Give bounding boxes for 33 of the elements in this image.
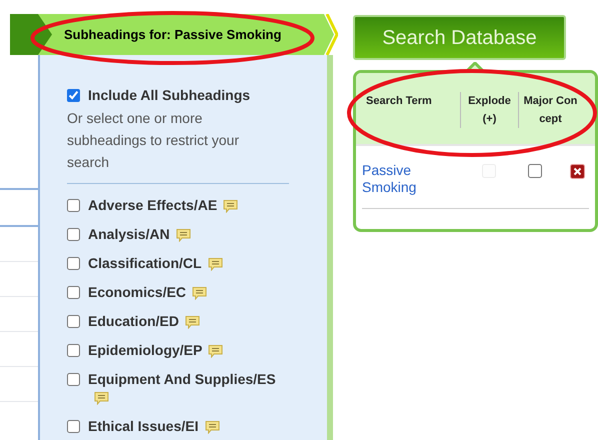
subheading-checkbox[interactable] — [67, 315, 80, 328]
major-concept-checkbox[interactable] — [528, 164, 542, 178]
subheading-checkbox[interactable] — [67, 373, 80, 386]
note-icon[interactable] — [208, 344, 224, 358]
column-header: Explode (+) — [460, 92, 518, 128]
search-term-link[interactable]: Passive Smoking — [362, 162, 460, 196]
include-all-checkbox[interactable] — [67, 89, 80, 102]
subheading-checkbox[interactable] — [67, 257, 80, 270]
subheading-label: Analysis/AN — [88, 226, 170, 242]
column-header: Major Concept — [518, 92, 582, 128]
subheading-label: Equipment And Supplies/ES — [88, 371, 276, 387]
remove-icon[interactable] — [570, 164, 585, 179]
subheading-label: Education/ED — [88, 313, 180, 329]
instructions-text: Or select one or more subheadings to restrict your search — [67, 109, 240, 172]
note-icon[interactable] — [223, 198, 238, 213]
subheading-checkbox[interactable] — [67, 228, 80, 241]
note-icon[interactable] — [204, 420, 220, 434]
subheading-checkbox[interactable] — [67, 344, 80, 357]
subheading-checkbox[interactable] — [67, 199, 80, 212]
subheading-label: Ethical Issues/EI — [88, 418, 198, 434]
note-icon[interactable] — [94, 390, 109, 405]
note-icon[interactable] — [208, 256, 223, 271]
subheading-label: Economics/EC — [88, 284, 186, 300]
note-icon[interactable] — [192, 286, 208, 300]
subheading-label: Adverse Effects/AE — [88, 197, 218, 213]
note-icon[interactable] — [185, 314, 200, 329]
subheading-label: Classification/CL — [88, 255, 202, 271]
note-icon[interactable] — [176, 228, 191, 242]
subheading-checkbox[interactable] — [67, 420, 80, 433]
subheading-checkbox[interactable] — [67, 286, 80, 299]
column-header: Search Term — [365, 94, 433, 109]
include-all-label: Include All Subheadings — [88, 86, 250, 105]
subheading-label: Epidemiology/EP — [88, 342, 202, 358]
